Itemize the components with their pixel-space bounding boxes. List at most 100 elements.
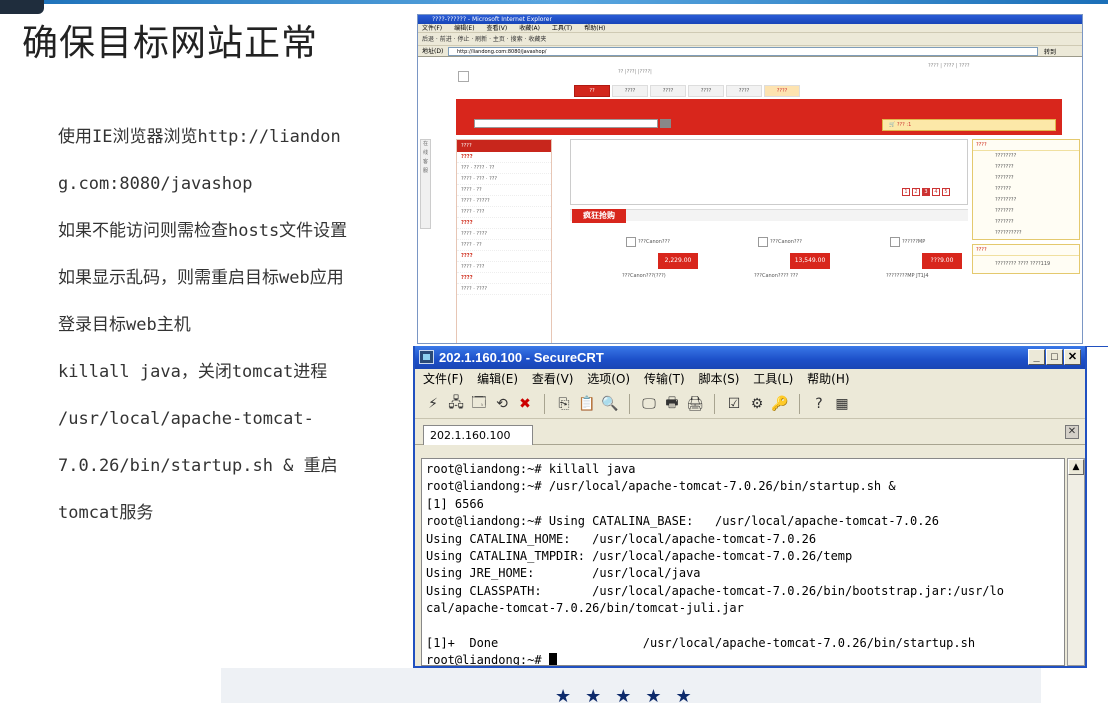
reconnect-icon[interactable]: ⟲ <box>492 394 512 414</box>
ie-go-button[interactable]: 转到 <box>1044 47 1056 58</box>
site-cart-box[interactable]: 🛒 ??? :1 <box>882 119 1056 131</box>
category-item[interactable]: ???? <box>457 152 551 163</box>
product-card[interactable]: ??????MP ???9.00 ????????MP JT1J4 <box>886 237 966 281</box>
pager-item[interactable]: 4 <box>932 188 940 196</box>
site-nav-item[interactable]: ?? <box>574 85 610 97</box>
site-search-input[interactable] <box>474 119 658 128</box>
news-item[interactable]: ???????? <box>973 195 1079 206</box>
securecrt-title: 202.1.160.100 - SecureCRT <box>439 350 604 365</box>
ie-menu-favorites[interactable]: 收藏(A) <box>519 25 540 32</box>
disconnect-icon[interactable]: ✖ <box>515 394 535 414</box>
product-card[interactable]: ???Canon??? 13,549.00 ???Canon???? ??? <box>754 237 834 281</box>
find-icon[interactable]: 🔍 <box>600 394 620 414</box>
product-name[interactable]: ???Canon??? <box>770 239 810 245</box>
global-options-icon[interactable]: ⚙ <box>747 394 767 414</box>
category-item[interactable]: ???? <box>457 251 551 262</box>
session-options-icon[interactable]: ☑ <box>724 394 744 414</box>
securecrt-toolbar: ⚡ 🖧 🗔 ⟲ ✖ ⎘ 📋 🔍 🖵 🖶 🖨 ☑ ⚙ 🔑 ? ▦ <box>415 389 1085 419</box>
category-item[interactable]: ???? · ??? · ??? <box>457 174 551 185</box>
news-item[interactable]: ??????? <box>973 173 1079 184</box>
category-item[interactable]: ???? · ??? <box>457 262 551 273</box>
quick-connect-icon[interactable]: 🖧 <box>446 394 466 414</box>
product-name[interactable]: ??????MP <box>902 239 942 245</box>
ie-menu-view[interactable]: 查看(V) <box>486 25 507 32</box>
pager-item[interactable]: 1 <box>902 188 910 196</box>
session-tab[interactable]: 202.1.160.100 <box>423 425 533 445</box>
site-nav-item[interactable]: ???? <box>688 85 724 97</box>
copy-icon[interactable]: ⎘ <box>554 394 574 414</box>
minimize-button[interactable]: _ <box>1028 349 1045 365</box>
product-name[interactable]: ???Canon??? <box>638 239 678 245</box>
tab-close-icon[interactable]: ✕ <box>1065 425 1079 439</box>
product-price: 2,229.00 <box>658 253 698 269</box>
menu-options[interactable]: 选项(O) <box>587 372 630 386</box>
menu-script[interactable]: 脚本(S) <box>698 372 739 386</box>
sftp-icon[interactable]: ▦ <box>832 394 852 414</box>
category-item[interactable]: ???? · ??? <box>457 207 551 218</box>
news-item[interactable]: ??????? <box>973 162 1079 173</box>
ie-menu-tools[interactable]: 工具(T) <box>552 25 572 32</box>
toolbar-divider <box>714 393 715 414</box>
site-nav-item[interactable]: ???? <box>764 85 800 97</box>
category-item[interactable]: ??? · ???? · ?? <box>457 163 551 174</box>
maximize-button[interactable]: □ <box>1046 349 1063 365</box>
category-item[interactable]: ???? · ?? <box>457 185 551 196</box>
connect-icon[interactable]: ⚡ <box>423 394 443 414</box>
terminal-scrollbar[interactable]: ▲ <box>1067 458 1085 666</box>
help-icon[interactable]: ? <box>809 394 829 414</box>
menu-file[interactable]: 文件(F) <box>423 372 463 386</box>
product-desc[interactable]: ???Canon???(???) <box>622 273 712 279</box>
ie-address-label: 地址(D) <box>422 48 444 55</box>
securecrt-title-bar[interactable]: 202.1.160.100 - SecureCRT _ □ ✕ <box>415 346 1085 369</box>
category-item[interactable]: ???? · ????? <box>457 196 551 207</box>
pager-item[interactable]: 3 <box>922 188 930 196</box>
product-desc[interactable]: ???Canon???? ??? <box>754 273 844 279</box>
print-icon[interactable]: 🖨 <box>685 394 705 414</box>
paste-icon[interactable]: 📋 <box>577 394 597 414</box>
pager-item[interactable]: 2 <box>912 188 920 196</box>
site-nav-item[interactable]: ???? <box>612 85 648 97</box>
print-selection-icon[interactable]: 🖶 <box>662 394 682 414</box>
online-service-strip[interactable]: 在线客服 <box>420 139 431 229</box>
site-logo-image[interactable] <box>458 71 469 82</box>
site-top-links[interactable]: ?? |???| |????| <box>618 69 652 75</box>
terminal-output[interactable]: root@liandong:~# killall java root@liand… <box>421 458 1065 666</box>
promo-text[interactable]: ???????? ???? ????119 <box>973 256 1079 273</box>
print-setup-icon[interactable]: 🖵 <box>639 394 659 414</box>
product-desc[interactable]: ????????MP JT1J4 <box>886 273 976 279</box>
scroll-up-arrow-icon[interactable]: ▲ <box>1068 459 1084 475</box>
category-item[interactable]: ???? · ?? <box>457 240 551 251</box>
keymap-icon[interactable]: 🔑 <box>770 394 790 414</box>
product-image[interactable] <box>758 237 768 247</box>
connect-tab-icon[interactable]: 🗔 <box>469 394 489 414</box>
product-card[interactable]: ???Canon??? 2,229.00 ???Canon???(???) <box>622 237 702 281</box>
news-item[interactable]: ?????????? <box>973 228 1079 239</box>
product-image[interactable] <box>890 237 900 247</box>
menu-help[interactable]: 帮助(H) <box>807 372 849 386</box>
ie-menu-file[interactable]: 文件(F) <box>422 25 442 32</box>
pager-item[interactable]: 5 <box>942 188 950 196</box>
close-button[interactable]: ✕ <box>1064 349 1081 365</box>
news-item[interactable]: ??????? <box>973 206 1079 217</box>
site-top-right-links[interactable]: ???? | ???? | ???? <box>928 63 970 69</box>
news-item[interactable]: ?????? <box>973 184 1079 195</box>
menu-tools[interactable]: 工具(L) <box>753 372 793 386</box>
category-item[interactable]: ???? · ???? <box>457 284 551 295</box>
news-item[interactable]: ??????? <box>973 217 1079 228</box>
site-search-button[interactable] <box>660 119 671 128</box>
ie-address-input[interactable]: http://liandong.com:8080/javashop/ <box>448 47 1038 56</box>
ie-toolbar[interactable]: 后退 · 前进 · 停止 · 刷新 · 主页 · 搜索 · 收藏夹 <box>418 33 1082 46</box>
category-item[interactable]: ???? · ???? <box>457 229 551 240</box>
category-item[interactable]: ???? <box>457 218 551 229</box>
ie-menu-edit[interactable]: 编辑(E) <box>454 25 474 32</box>
menu-transfer[interactable]: 传输(T) <box>644 372 685 386</box>
menu-edit[interactable]: 编辑(E) <box>477 372 518 386</box>
category-item[interactable]: ???? <box>457 273 551 284</box>
news-item[interactable]: ???????? <box>973 151 1079 162</box>
product-image[interactable] <box>626 237 636 247</box>
site-nav-item[interactable]: ???? <box>650 85 686 97</box>
ie-menu-help[interactable]: 帮助(H) <box>584 25 605 32</box>
menu-view[interactable]: 查看(V) <box>532 372 574 386</box>
site-nav-item[interactable]: ???? <box>726 85 762 97</box>
ie-menu-bar: 文件(F) 编辑(E) 查看(V) 收藏(A) 工具(T) 帮助(H) <box>418 24 1082 33</box>
